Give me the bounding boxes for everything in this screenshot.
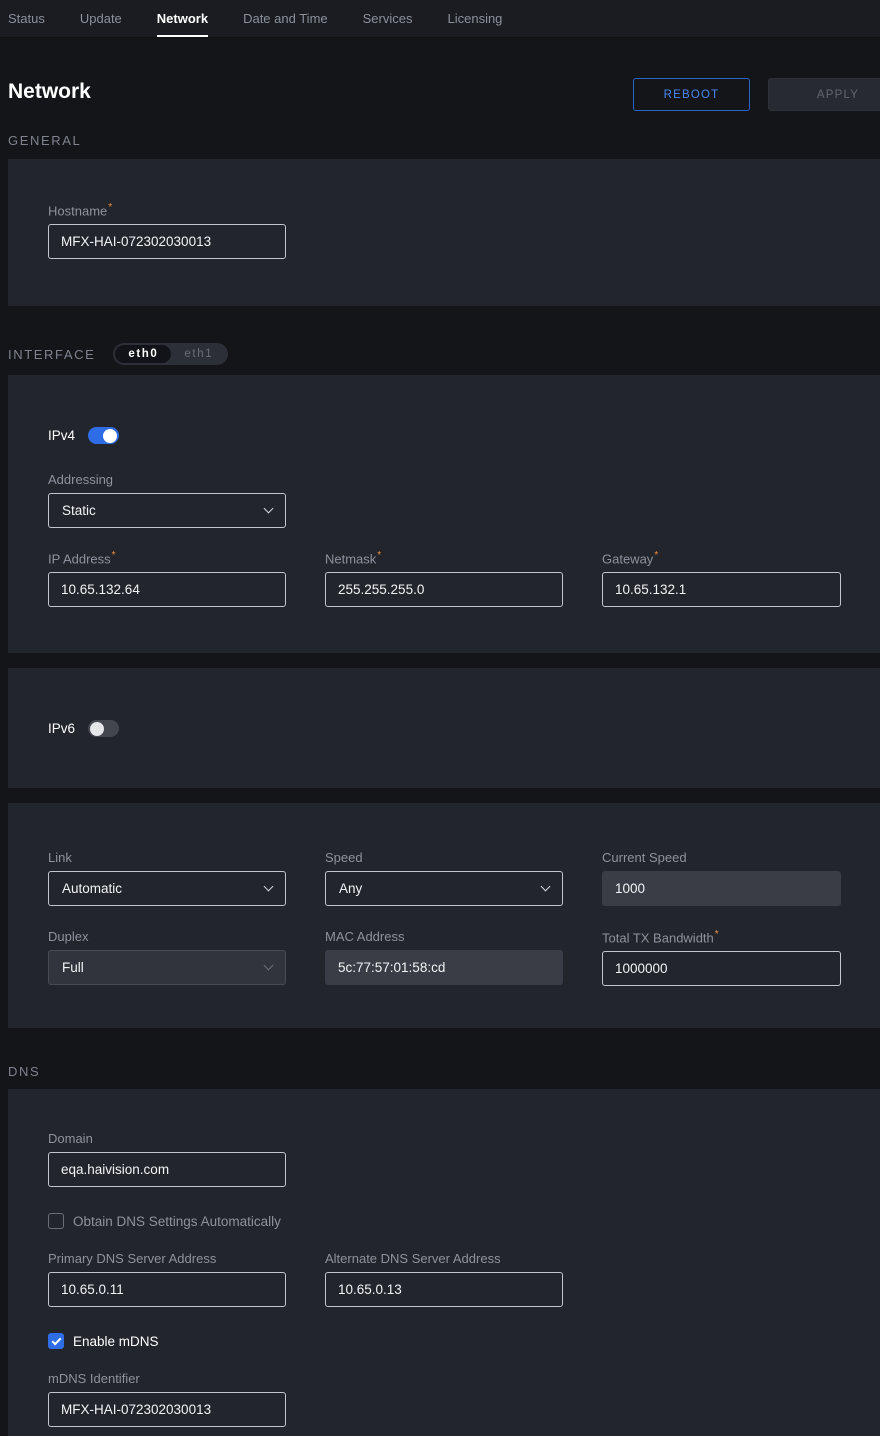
general-section-label: GENERAL	[8, 133, 880, 148]
eth1-option[interactable]: eth1	[171, 345, 226, 363]
general-panel: Hostname*	[8, 159, 880, 306]
page-header: Network REBOOT APPLY	[0, 38, 880, 133]
duplex-label: Duplex	[48, 929, 286, 944]
reboot-button[interactable]: REBOOT	[633, 78, 750, 111]
ipv6-toggle[interactable]	[88, 720, 119, 737]
obtain-dns-auto-label: Obtain DNS Settings Automatically	[73, 1214, 281, 1229]
current-speed-label: Current Speed	[602, 850, 841, 865]
total-tx-bandwidth-input[interactable]	[602, 951, 841, 986]
speed-label: Speed	[325, 850, 563, 865]
mac-address-label: MAC Address	[325, 929, 563, 944]
alternate-dns-label: Alternate DNS Server Address	[325, 1251, 563, 1266]
dns-panel: Domain Obtain DNS Settings Automatically…	[8, 1089, 880, 1436]
current-speed-value: 1000	[602, 871, 841, 906]
netmask-label: Netmask*	[325, 550, 563, 566]
required-asterisk: *	[654, 550, 658, 561]
gateway-input[interactable]	[602, 572, 841, 607]
chevron-down-icon	[264, 961, 274, 971]
ipv6-label: IPv6	[48, 721, 75, 736]
hostname-label: Hostname*	[48, 202, 840, 218]
required-asterisk: *	[377, 550, 381, 561]
tab-status[interactable]: Status	[8, 0, 45, 37]
ip-address-label: IP Address*	[48, 550, 286, 566]
alternate-dns-input[interactable]	[325, 1272, 563, 1307]
ip-address-input[interactable]	[48, 572, 286, 607]
eth-interface-switch: eth0 eth1	[113, 343, 228, 365]
required-asterisk: *	[715, 929, 719, 940]
dns-section-label: DNS	[8, 1064, 880, 1079]
domain-label: Domain	[48, 1131, 840, 1146]
obtain-dns-auto-checkbox[interactable]	[48, 1213, 64, 1229]
eth0-option[interactable]: eth0	[115, 345, 171, 363]
tab-licensing[interactable]: Licensing	[447, 0, 502, 37]
speed-select-value: Any	[339, 881, 362, 896]
enable-mdns-row: Enable mDNS	[48, 1333, 840, 1349]
link-select-value: Automatic	[62, 881, 122, 896]
ipv6-panel: IPv6	[8, 668, 880, 788]
ipv6-toggle-row: IPv6	[48, 720, 840, 737]
addressing-select-value: Static	[62, 503, 96, 518]
toggle-knob	[103, 429, 117, 443]
link-select[interactable]: Automatic	[48, 871, 286, 906]
chevron-down-icon	[541, 882, 551, 892]
toggle-knob	[90, 722, 104, 736]
domain-input[interactable]	[48, 1152, 286, 1187]
required-asterisk: *	[108, 202, 112, 213]
chevron-down-icon	[264, 504, 274, 514]
link-label: Link	[48, 850, 286, 865]
interface-section-label: INTERFACE	[8, 347, 95, 362]
netmask-input[interactable]	[325, 572, 563, 607]
interface-section-header: INTERFACE eth0 eth1	[8, 343, 880, 365]
ipv4-toggle[interactable]	[88, 427, 119, 444]
enable-mdns-checkbox[interactable]	[48, 1333, 64, 1349]
addressing-select[interactable]: Static	[48, 493, 286, 528]
chevron-down-icon	[264, 882, 274, 892]
mac-address-value: 5c:77:57:01:58:cd	[325, 950, 563, 985]
speed-select[interactable]: Any	[325, 871, 563, 906]
top-nav: Status Update Network Date and Time Serv…	[0, 0, 880, 38]
tab-services[interactable]: Services	[363, 0, 413, 37]
tab-date-and-time[interactable]: Date and Time	[243, 0, 328, 37]
mdns-identifier-input[interactable]	[48, 1392, 286, 1427]
network-settings-page: Status Update Network Date and Time Serv…	[0, 0, 880, 1436]
enable-mdns-label: Enable mDNS	[73, 1334, 159, 1349]
link-settings-panel: Link Automatic Speed Any Current Speed 1…	[8, 803, 880, 1028]
tab-update[interactable]: Update	[80, 0, 122, 37]
gateway-label: Gateway*	[602, 550, 841, 566]
duplex-select-value: Full	[62, 960, 84, 975]
primary-dns-input[interactable]	[48, 1272, 286, 1307]
primary-dns-label: Primary DNS Server Address	[48, 1251, 286, 1266]
page-title: Network	[8, 80, 91, 104]
apply-button[interactable]: APPLY	[768, 78, 880, 111]
mdns-identifier-label: mDNS Identifier	[48, 1371, 840, 1386]
obtain-dns-auto-row: Obtain DNS Settings Automatically	[48, 1213, 840, 1229]
ipv4-toggle-row: IPv4	[48, 427, 840, 444]
check-icon	[51, 1335, 61, 1345]
addressing-label: Addressing	[48, 472, 840, 487]
required-asterisk: *	[112, 550, 116, 561]
tab-network[interactable]: Network	[157, 0, 208, 37]
total-tx-bandwidth-label: Total TX Bandwidth*	[602, 929, 841, 945]
duplex-select: Full	[48, 950, 286, 985]
hostname-input[interactable]	[48, 224, 286, 259]
ipv4-label: IPv4	[48, 428, 75, 443]
ipv4-panel: IPv4 Addressing Static IP Address* Netma…	[8, 375, 880, 653]
